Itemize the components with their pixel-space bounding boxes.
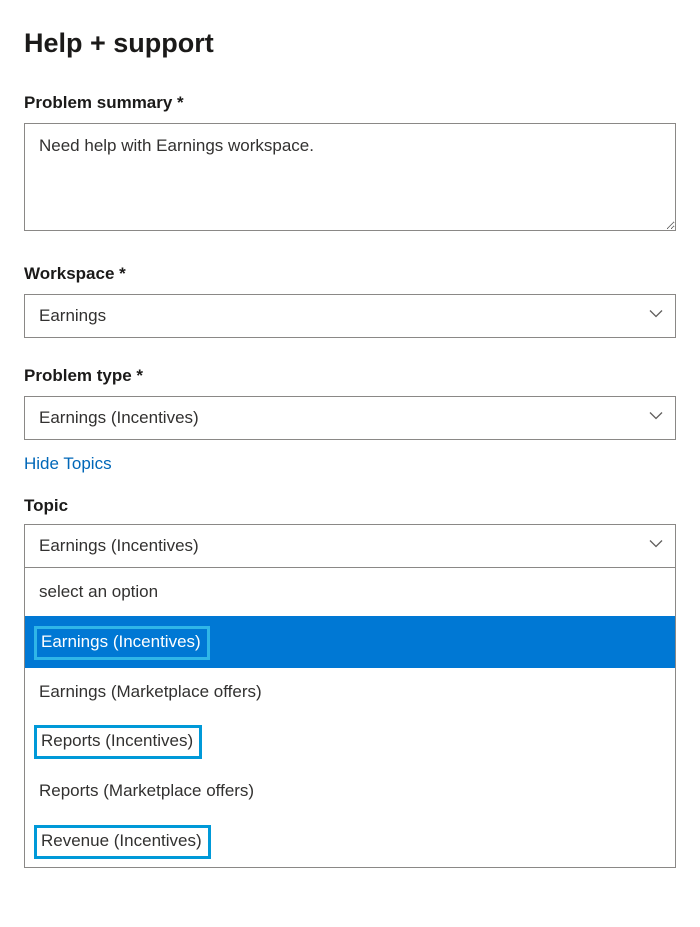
hide-topics-link[interactable]: Hide Topics: [24, 454, 112, 474]
page-title: Help + support: [24, 28, 676, 59]
problem-summary-input[interactable]: [24, 123, 676, 231]
problem-type-label: Problem type *: [24, 366, 676, 386]
problem-type-value: Earnings (Incentives): [39, 408, 199, 428]
topic-option[interactable]: Revenue (Incentives): [25, 815, 675, 867]
topic-option-label: Reports (Marketplace offers): [39, 781, 254, 800]
workspace-field: Workspace * Earnings: [24, 264, 676, 338]
problem-type-select[interactable]: Earnings (Incentives): [24, 396, 676, 440]
workspace-label: Workspace *: [24, 264, 676, 284]
topic-option-label: Reports (Incentives): [34, 725, 202, 759]
workspace-value: Earnings: [39, 306, 106, 326]
topic-select[interactable]: Earnings (Incentives): [24, 524, 676, 568]
topic-option-label: Earnings (Incentives): [34, 626, 210, 660]
topic-label: Topic: [24, 496, 676, 516]
topic-value: Earnings (Incentives): [39, 536, 199, 556]
topic-field: Topic Earnings (Incentives) select an op…: [24, 496, 676, 568]
problem-summary-label: Problem summary *: [24, 93, 676, 113]
topic-option-label: Earnings (Marketplace offers): [39, 682, 262, 701]
topic-option[interactable]: Earnings (Marketplace offers): [25, 668, 675, 716]
topic-option-label: Revenue (Incentives): [34, 825, 211, 859]
problem-summary-field: Problem summary *: [24, 93, 676, 236]
topic-option[interactable]: Reports (Marketplace offers): [25, 767, 675, 815]
topic-option-placeholder: select an option: [25, 568, 675, 616]
problem-type-field: Problem type * Earnings (Incentives): [24, 366, 676, 440]
workspace-select[interactable]: Earnings: [24, 294, 676, 338]
topic-option[interactable]: Earnings (Incentives): [25, 616, 675, 668]
topic-dropdown-list: select an option Earnings (Incentives) E…: [24, 568, 676, 868]
topic-option[interactable]: Reports (Incentives): [25, 715, 675, 767]
